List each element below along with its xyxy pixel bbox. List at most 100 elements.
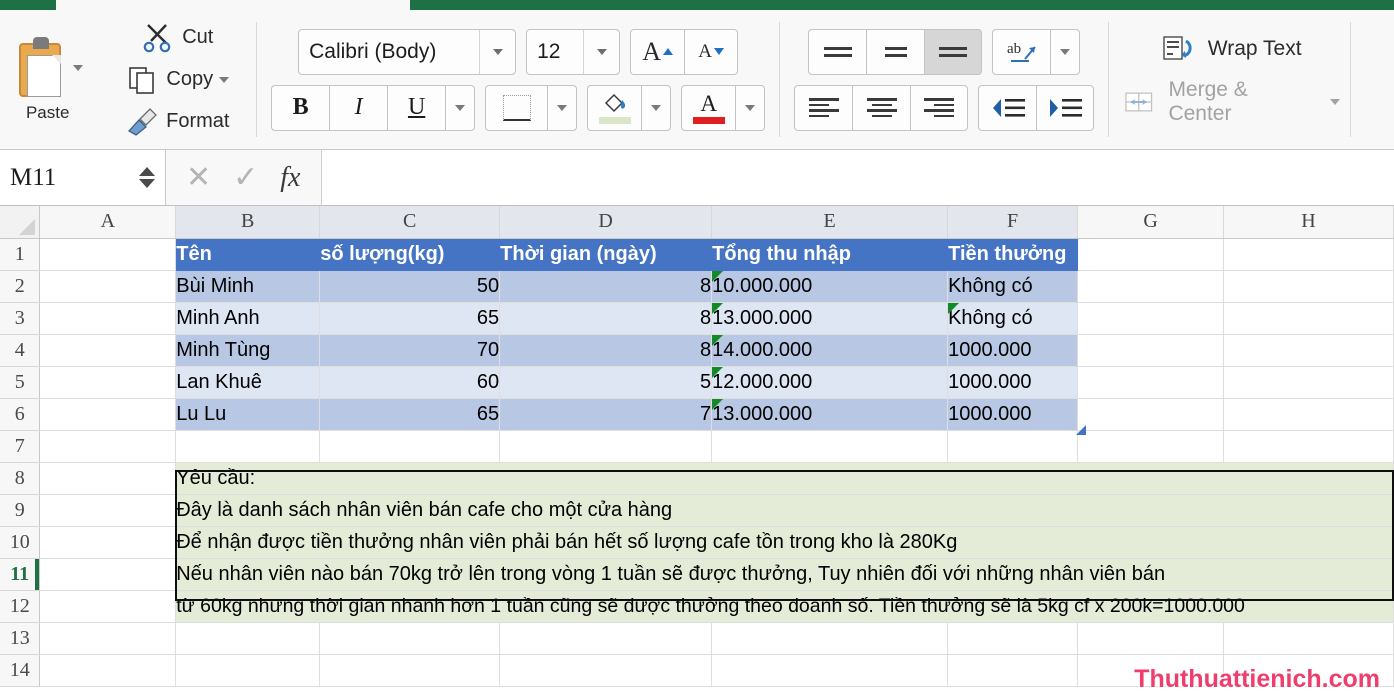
decrease-indent-button[interactable] xyxy=(978,84,1037,131)
cell-C3[interactable]: 65 xyxy=(319,302,501,335)
cell-A9[interactable] xyxy=(39,494,177,527)
cell-A6[interactable] xyxy=(39,398,177,431)
wrap-text-button[interactable]: Wrap Text xyxy=(1162,34,1302,64)
cell-A1[interactable] xyxy=(39,238,177,271)
cell-F4[interactable]: 1000.000 xyxy=(947,334,1079,367)
align-middle-button[interactable] xyxy=(866,28,925,75)
cell-E3[interactable]: 13.000.000 xyxy=(711,302,949,335)
row-header-5[interactable]: 5 xyxy=(0,366,41,399)
cell-H13[interactable] xyxy=(1223,622,1394,655)
cell-E14[interactable] xyxy=(711,654,949,687)
cell-A8[interactable] xyxy=(39,462,177,495)
cell-A7[interactable] xyxy=(39,430,177,463)
cell-B10[interactable]: Để nhận được tiền thưởng nhân viên phải … xyxy=(175,526,1394,559)
underline-button[interactable]: U xyxy=(387,84,446,131)
increase-indent-button[interactable] xyxy=(1036,84,1095,131)
chevron-down-icon[interactable] xyxy=(479,29,515,74)
cell-C1[interactable]: số lượng(kg) xyxy=(319,238,501,271)
cell-F14[interactable] xyxy=(947,654,1079,687)
row-header-7[interactable]: 7 xyxy=(0,430,41,463)
cell-B8[interactable]: Yêu cầu: xyxy=(175,462,1394,495)
cell-G6[interactable] xyxy=(1077,398,1225,431)
cell-A4[interactable] xyxy=(39,334,177,367)
cell-C14[interactable] xyxy=(319,654,501,687)
active-ribbon-tab[interactable] xyxy=(56,0,410,10)
name-box[interactable]: M11 xyxy=(0,150,166,205)
cell-B4[interactable]: Minh Tùng xyxy=(175,334,321,367)
chevron-down-icon[interactable] xyxy=(641,84,672,131)
select-all-corner[interactable] xyxy=(0,206,41,239)
cell-D4[interactable]: 8 xyxy=(499,334,713,367)
cell-B12[interactable]: từ 60kg nhưng thời gian nhanh hơn 1 tuần… xyxy=(175,590,1394,623)
cell-H3[interactable] xyxy=(1223,302,1394,335)
cell-H7[interactable] xyxy=(1223,430,1394,463)
chevron-down-icon[interactable] xyxy=(1050,28,1081,75)
cell-D7[interactable] xyxy=(499,430,713,463)
cell-G3[interactable] xyxy=(1077,302,1225,335)
cell-A2[interactable] xyxy=(39,270,177,303)
chevron-down-icon[interactable] xyxy=(72,64,83,71)
column-header-C[interactable]: C xyxy=(319,206,501,239)
cell-G1[interactable] xyxy=(1077,238,1225,271)
chevron-down-icon[interactable] xyxy=(735,84,766,131)
cell-F2[interactable]: Không có xyxy=(947,270,1079,303)
column-header-A[interactable]: A xyxy=(39,206,177,239)
row-header-8[interactable]: 8 xyxy=(0,462,41,495)
chevron-down-icon[interactable] xyxy=(1330,98,1341,105)
merge-center-button[interactable]: Merge & Center xyxy=(1123,78,1341,126)
borders-button[interactable] xyxy=(485,84,548,131)
chevron-down-icon[interactable] xyxy=(583,29,619,74)
cell-B6[interactable]: Lu Lu xyxy=(175,398,321,431)
row-header-2[interactable]: 2 xyxy=(0,270,41,303)
cell-D6[interactable]: 7 xyxy=(499,398,713,431)
shrink-font-button[interactable]: A xyxy=(684,28,739,75)
cell-G5[interactable] xyxy=(1077,366,1225,399)
row-header-12[interactable]: 12 xyxy=(0,590,41,623)
fill-color-button[interactable] xyxy=(587,84,642,131)
cell-A13[interactable] xyxy=(39,622,177,655)
column-header-B[interactable]: B xyxy=(175,206,321,239)
name-box-spinner[interactable] xyxy=(139,167,155,188)
cell-C4[interactable]: 70 xyxy=(319,334,501,367)
grow-font-button[interactable]: A xyxy=(630,28,685,75)
paste-icon-row[interactable] xyxy=(13,36,83,99)
column-header-D[interactable]: D xyxy=(499,206,713,239)
cell-D1[interactable]: Thời gian (ngày) xyxy=(499,238,713,271)
column-header-E[interactable]: E xyxy=(711,206,949,239)
cell-C6[interactable]: 65 xyxy=(319,398,501,431)
chevron-down-icon[interactable] xyxy=(547,84,578,131)
cell-B14[interactable] xyxy=(175,654,321,687)
row-header-14[interactable]: 14 xyxy=(0,654,41,687)
cell-G7[interactable] xyxy=(1077,430,1225,463)
cut-button[interactable]: Cut xyxy=(134,19,213,57)
cell-D5[interactable]: 5 xyxy=(499,366,713,399)
cell-F3[interactable]: Không có xyxy=(947,302,1079,335)
cell-A10[interactable] xyxy=(39,526,177,559)
cell-E2[interactable]: 10.000.000 xyxy=(711,270,949,303)
cell-B7[interactable] xyxy=(175,430,321,463)
align-center-button[interactable] xyxy=(852,84,911,131)
cell-F5[interactable]: 1000.000 xyxy=(947,366,1079,399)
format-painter-button[interactable]: Format xyxy=(118,103,229,141)
column-header-G[interactable]: G xyxy=(1077,206,1225,239)
insert-function-icon[interactable]: fx xyxy=(280,162,300,194)
ribbon-tab-strip[interactable] xyxy=(0,0,1394,10)
align-right-button[interactable] xyxy=(910,84,969,131)
row-header-4[interactable]: 4 xyxy=(0,334,41,367)
copy-button[interactable]: Copy xyxy=(118,61,230,99)
column-header-F[interactable]: F xyxy=(947,206,1079,239)
cell-C2[interactable]: 50 xyxy=(319,270,501,303)
row-header-13[interactable]: 13 xyxy=(0,622,41,655)
bold-button[interactable]: B xyxy=(271,84,330,131)
row-header-9[interactable]: 9 xyxy=(0,494,41,527)
fill-handle[interactable] xyxy=(1076,425,1086,435)
paste-group[interactable]: Paste xyxy=(0,10,95,149)
chevron-down-icon[interactable] xyxy=(219,76,230,83)
cell-F6[interactable]: 1000.000 xyxy=(947,398,1079,431)
cancel-icon[interactable]: ✕ xyxy=(186,160,211,195)
cell-H4[interactable] xyxy=(1223,334,1394,367)
cell-G13[interactable] xyxy=(1077,622,1225,655)
cell-G4[interactable] xyxy=(1077,334,1225,367)
row-header-1[interactable]: 1 xyxy=(0,238,41,271)
align-left-button[interactable] xyxy=(794,84,853,131)
